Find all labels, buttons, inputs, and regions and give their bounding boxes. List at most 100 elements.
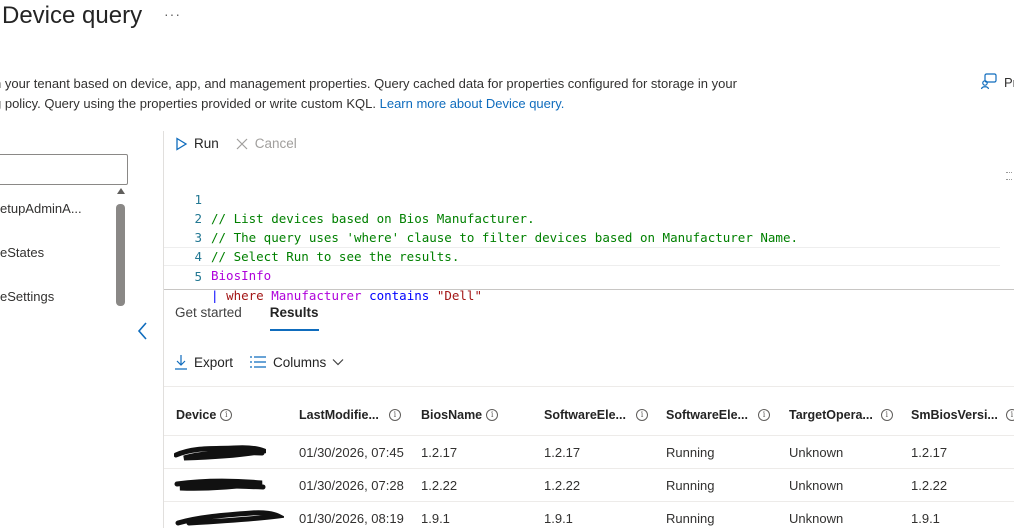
- description-line-2: g policy. Query using the properties pro…: [0, 94, 824, 114]
- scroll-up-icon[interactable]: [117, 188, 125, 194]
- table-cell: 01/30/2026, 07:45: [299, 445, 404, 460]
- toolbar-divider: [164, 386, 1014, 387]
- table-row[interactable]: 01/30/2026, 07:45 1.2.17 1.2.17 Running …: [164, 436, 1014, 469]
- column-header-label: LastModifie...: [299, 408, 379, 422]
- table-cell: 01/30/2026, 07:28: [299, 478, 404, 493]
- play-icon: [176, 136, 188, 151]
- list-item[interactable]: eStates: [0, 239, 115, 283]
- results-toolbar: Export Columns: [174, 354, 344, 370]
- editor-divider[interactable]: [164, 289, 1014, 290]
- redacted-device-name: [174, 478, 266, 491]
- column-header[interactable]: Device i: [176, 408, 233, 422]
- list-item[interactable]: etupAdminA...: [0, 195, 115, 239]
- table-cell: 1.2.22: [544, 478, 581, 493]
- feedback-button[interactable]: Pr: [980, 72, 1014, 93]
- table-cell: Unknown: [789, 445, 844, 460]
- table-cell: 1.2.17: [421, 445, 458, 460]
- property-list: etupAdminA... eStates eSettings: [0, 195, 115, 327]
- columns-button[interactable]: Columns: [249, 355, 344, 370]
- cancel-button[interactable]: Cancel: [235, 136, 297, 151]
- info-icon[interactable]: i: [757, 409, 770, 421]
- redacted-device-name: [175, 510, 284, 526]
- cancel-label: Cancel: [254, 136, 297, 151]
- column-header-label: SmBiosVersi...: [911, 408, 998, 422]
- list-scrollbar[interactable]: [116, 188, 126, 518]
- table-cell: 01/30/2026, 08:19: [299, 511, 404, 526]
- tab-results[interactable]: Results: [269, 305, 319, 331]
- table-cell: Unknown: [789, 478, 844, 493]
- column-header[interactable]: LastModifie... i: [299, 408, 401, 422]
- table-cell: Running: [666, 445, 715, 460]
- column-header[interactable]: BiosName i: [421, 408, 499, 422]
- table-cell: Running: [666, 478, 715, 493]
- info-icon[interactable]: i: [880, 409, 893, 421]
- info-icon[interactable]: i: [220, 409, 233, 421]
- code-line: 1 // List devices based on Bios Manufact…: [164, 171, 1000, 226]
- column-header[interactable]: SmBiosVersi... i: [911, 408, 1014, 422]
- table-cell: 1.2.17: [544, 445, 581, 460]
- columns-icon: [250, 356, 267, 368]
- table-cell: Running: [666, 511, 715, 526]
- code-token: |: [211, 288, 219, 303]
- feedback-label: Pr: [1004, 75, 1014, 90]
- table-cell: 1.2.17: [911, 445, 948, 460]
- minimap-icon: [1006, 172, 1012, 180]
- collapse-panel-button[interactable]: [136, 320, 154, 346]
- column-header[interactable]: SoftwareEle... i: [666, 408, 770, 422]
- run-button[interactable]: Run: [174, 136, 219, 151]
- close-icon: [236, 138, 248, 149]
- code-text: BiosInfo: [211, 268, 272, 283]
- code-token: "Dell": [436, 288, 482, 303]
- code-line: 4 BiosInfo: [164, 228, 1000, 283]
- redacted-device-name: [174, 445, 266, 461]
- page-description: n your tenant based on device, app, and …: [0, 74, 824, 114]
- query-toolbar: Run Cancel: [174, 136, 297, 151]
- search-input[interactable]: [0, 154, 128, 185]
- chevron-left-icon: [137, 322, 147, 340]
- tab-get-started[interactable]: Get started: [175, 305, 242, 331]
- code-line-active: 5 | where Manufacturer contains "Dell": [164, 247, 1000, 303]
- export-label: Export: [194, 354, 234, 370]
- table-cell: 1.9.1: [544, 511, 573, 526]
- description-text: g policy. Query using the properties pro…: [0, 96, 380, 111]
- description-line-1: n your tenant based on device, app, and …: [0, 76, 737, 91]
- code-token: Manufacturer: [271, 288, 362, 303]
- column-header-label: SoftwareEle...: [544, 408, 626, 422]
- column-header-label: Device: [176, 408, 217, 422]
- code-line: 3 // Select Run to see the results.: [164, 209, 1000, 264]
- table-cell: Unknown: [789, 511, 844, 526]
- chevron-down-icon: [332, 359, 344, 366]
- column-header-label: TargetOpera...: [789, 408, 873, 422]
- results-tabs: Get started Results: [175, 305, 319, 331]
- table-row[interactable]: 01/30/2026, 08:19 1.9.1 1.9.1 Running Un…: [164, 502, 1014, 528]
- table-row[interactable]: 01/30/2026, 07:28 1.2.22 1.2.22 Running …: [164, 469, 1014, 502]
- info-icon[interactable]: i: [635, 409, 648, 421]
- query-editor[interactable]: 1 // List devices based on Bios Manufact…: [164, 171, 1014, 303]
- table-header: Device i LastModifie... i BiosName i Softwa…: [164, 398, 1014, 436]
- info-icon[interactable]: i: [388, 409, 401, 421]
- table-cell: 1.2.22: [911, 478, 948, 493]
- columns-label: Columns: [273, 354, 327, 370]
- run-label: Run: [194, 136, 219, 151]
- scrollbar-thumb[interactable]: [116, 204, 125, 306]
- column-header[interactable]: TargetOpera... i: [789, 408, 893, 422]
- table-cell: 1.9.1: [911, 511, 940, 526]
- column-header-label: BiosName: [421, 408, 483, 422]
- export-button[interactable]: Export: [174, 354, 233, 370]
- page-title: Device query: [2, 2, 143, 29]
- download-icon: [175, 355, 187, 370]
- code-line: 2 // The query uses 'where' clause to fi…: [164, 190, 1000, 245]
- feedback-icon: [980, 72, 998, 93]
- column-header-label: SoftwareEle...: [666, 408, 748, 422]
- line-number: 5: [194, 269, 202, 284]
- column-header[interactable]: SoftwareEle... i: [544, 408, 648, 422]
- code-token: where: [226, 288, 264, 303]
- info-icon[interactable]: i: [1005, 409, 1014, 421]
- learn-more-link[interactable]: Learn more about Device query.: [380, 96, 565, 111]
- code-token: contains: [369, 288, 430, 303]
- more-options-button[interactable]: ···: [164, 6, 181, 22]
- info-icon[interactable]: i: [486, 409, 499, 421]
- table-cell: 1.9.1: [421, 511, 450, 526]
- table-cell: 1.2.22: [421, 478, 458, 493]
- list-item[interactable]: eSettings: [0, 283, 115, 327]
